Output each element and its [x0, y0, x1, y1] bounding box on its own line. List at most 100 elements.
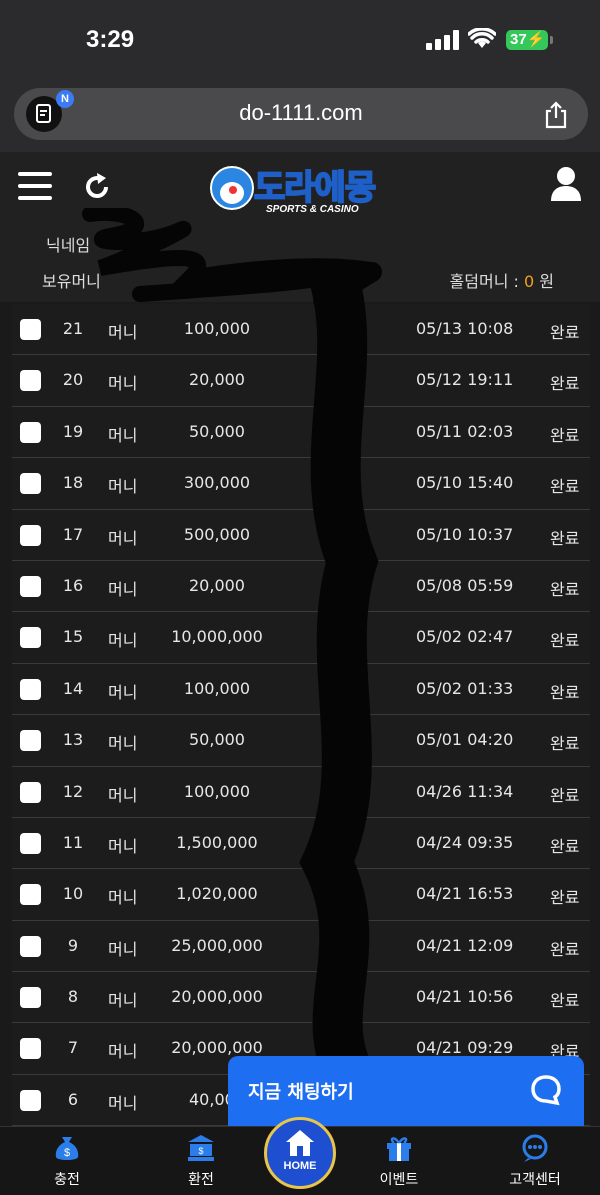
row-amount: 100,000	[183, 319, 251, 338]
table-row: 19 머니 50,000 05/11 02:03 완료	[12, 406, 590, 459]
row-amount: 300,000	[183, 473, 251, 493]
user-icon[interactable]	[550, 166, 582, 202]
row-type: 머니	[108, 939, 138, 959]
nav-event[interactable]: 이벤트	[354, 1133, 444, 1189]
row-checkbox[interactable]	[20, 1038, 41, 1060]
row-amount: 20,000,000	[171, 1038, 263, 1058]
row-status: 완료	[550, 785, 580, 805]
nav-support[interactable]: 고객센터	[490, 1133, 580, 1189]
row-checkbox[interactable]	[20, 781, 41, 803]
row-date: 04/24 09:35	[416, 832, 514, 852]
row-number: 8	[67, 987, 79, 1007]
nav-home-button[interactable]: HOME	[264, 1117, 336, 1189]
row-checkbox[interactable]	[20, 730, 41, 752]
nav-event-label: 이벤트	[379, 1172, 419, 1188]
redaction-scribble	[82, 208, 372, 302]
row-status: 완료	[550, 477, 580, 497]
row-type: 머니	[108, 425, 138, 445]
status-time: 3:29	[86, 26, 135, 53]
row-type: 머니	[108, 631, 138, 651]
table-row: 9 머니 25,000,000 04/21 12:09 완료	[12, 920, 590, 973]
table-row: 12 머니 100,000 04/26 11:34 완료	[12, 766, 590, 818]
transaction-table: 21 머니 100,000 05/13 10:08 완료 20 머니 20,000 05/12 …	[12, 304, 590, 1126]
row-type: 머니	[108, 579, 138, 599]
row-checkbox[interactable]	[20, 678, 41, 700]
status-bar: 3:29 37⚡	[0, 0, 600, 80]
row-checkbox[interactable]	[20, 524, 41, 546]
table-row: 17 머니 500,000 05/10 10:37 완료	[12, 509, 590, 561]
row-type: 머니	[108, 836, 138, 856]
row-date: 05/02 02:47	[416, 627, 514, 647]
row-number: 19	[62, 421, 84, 441]
wifi-icon	[468, 28, 496, 48]
nav-deposit-label: 충전	[54, 1172, 80, 1188]
row-checkbox[interactable]	[20, 987, 41, 1009]
table-row: 20 머니 20,000 05/12 19:11 완료	[12, 355, 590, 407]
row-number: 17	[62, 524, 84, 544]
table-row: 21 머니 100,000 05/13 10:08 완료	[12, 304, 590, 356]
row-amount: 50,000	[189, 730, 245, 750]
hamburger-menu-icon[interactable]	[18, 172, 52, 200]
money-bag-icon: $	[55, 1137, 79, 1160]
row-number: 14	[62, 678, 84, 698]
row-type: 머니	[108, 734, 138, 754]
battery-indicator: 37⚡	[506, 30, 553, 50]
row-number: 21	[62, 319, 84, 338]
table-row: 13 머니 50,000 05/01 04:20 완료	[12, 715, 590, 767]
svg-text:$: $	[198, 1146, 203, 1156]
row-date: 05/11 02:03	[416, 421, 514, 441]
home-icon	[286, 1130, 314, 1156]
address-bar[interactable]: N do-1111.com	[14, 88, 588, 140]
row-date: 04/21 09:29	[416, 1038, 514, 1058]
row-checkbox[interactable]	[20, 935, 41, 957]
table-row: 18 머니 300,000 05/10 15:40 완료	[12, 458, 590, 510]
chat-bubble-icon	[531, 1075, 561, 1106]
row-checkbox[interactable]	[20, 832, 41, 854]
row-status: 완료	[550, 374, 580, 394]
row-date: 04/26 11:34	[416, 781, 514, 801]
row-checkbox[interactable]	[20, 319, 41, 340]
site-logo[interactable]: 도라에몽 SPORTS & CASINO	[208, 160, 398, 222]
row-type: 머니	[108, 682, 138, 702]
row-number: 12	[62, 781, 84, 801]
row-type: 머니	[108, 785, 138, 805]
doraemon-icon	[210, 166, 254, 210]
nickname-label: 닉네임	[46, 236, 91, 255]
bottom-nav: $ 충전 $ 환전 HOME 이벤트 고객센터	[0, 1117, 600, 1195]
row-checkbox[interactable]	[20, 575, 41, 597]
nav-deposit[interactable]: $ 충전	[22, 1133, 112, 1189]
live-chat-button[interactable]: 지금 채팅하기	[228, 1056, 584, 1126]
row-status: 완료	[550, 323, 580, 342]
row-type: 머니	[108, 477, 138, 497]
logo-subtitle: SPORTS & CASINO	[266, 204, 359, 215]
row-number: 15	[62, 627, 84, 647]
logo-text: 도라에몽	[253, 167, 377, 209]
row-date: 04/21 16:53	[416, 884, 514, 904]
row-checkbox[interactable]	[20, 370, 41, 392]
row-number: 16	[62, 575, 84, 595]
refresh-icon[interactable]	[82, 172, 112, 202]
row-checkbox[interactable]	[20, 627, 41, 649]
table-row: 10 머니 1,020,000 04/21 16:53 완료	[12, 869, 590, 921]
table-row: 15 머니 10,000,000 05/02 02:47 완료	[12, 612, 590, 664]
row-status: 완료	[550, 734, 580, 754]
support-chat-icon	[522, 1134, 548, 1162]
row-date: 05/13 10:08	[416, 319, 514, 338]
row-checkbox[interactable]	[20, 1089, 41, 1111]
share-icon[interactable]	[544, 101, 568, 129]
row-checkbox[interactable]	[20, 884, 41, 906]
row-date: 05/12 19:11	[416, 370, 514, 390]
money-label: 보유머니	[42, 272, 101, 291]
row-status: 완료	[550, 425, 580, 445]
nav-withdraw[interactable]: $ 환전	[156, 1133, 246, 1189]
row-amount: 50,000	[189, 421, 245, 441]
table-row: 14 머니 100,000 05/02 01:33 완료	[12, 663, 590, 716]
row-status: 완료	[550, 682, 580, 702]
url-text[interactable]: do-1111.com	[14, 100, 588, 126]
row-amount: 100,000	[183, 781, 251, 801]
row-amount: 1,020,000	[176, 884, 258, 904]
row-amount: 20,000	[189, 575, 245, 595]
table-row: 8 머니 20,000,000 04/21 10:56 완료	[12, 972, 590, 1024]
row-checkbox[interactable]	[20, 473, 41, 495]
row-checkbox[interactable]	[20, 421, 41, 443]
